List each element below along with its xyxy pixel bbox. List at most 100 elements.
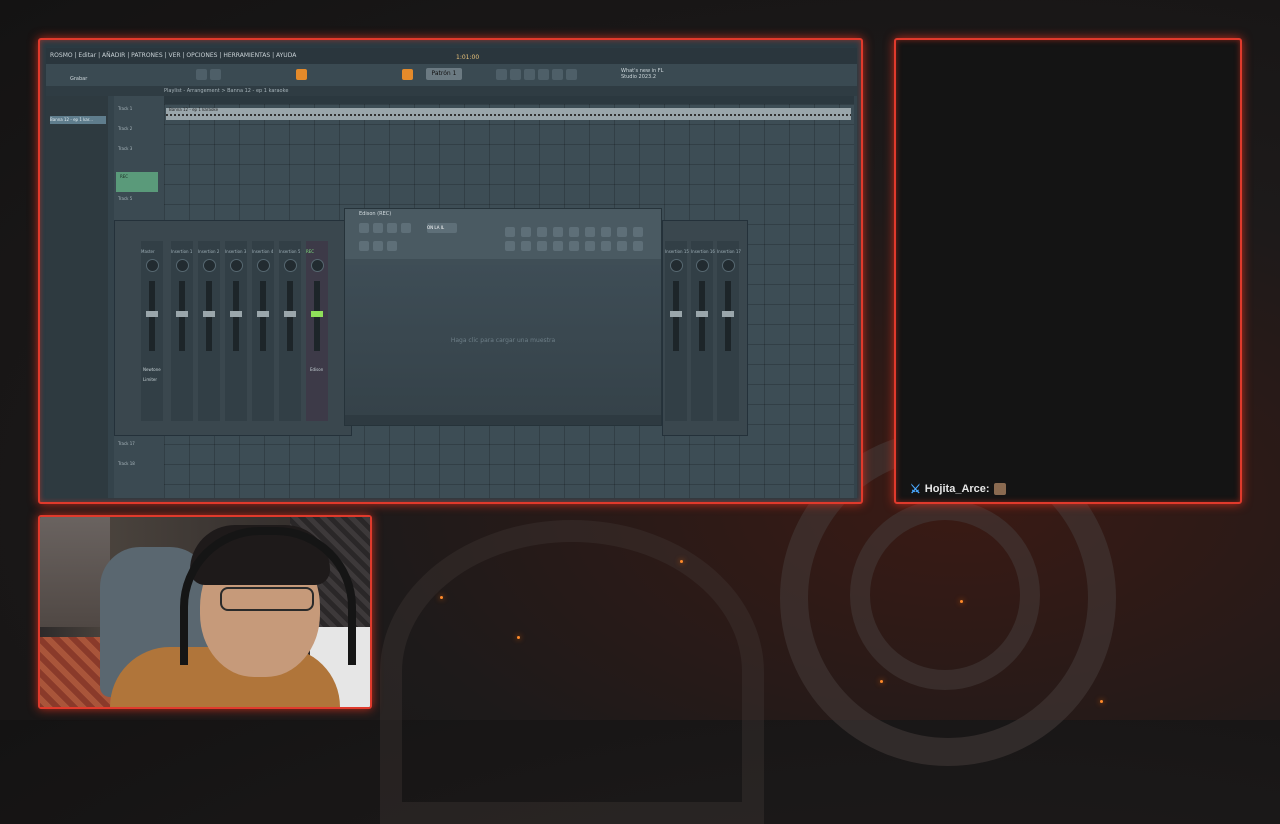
- strip-label: Insertion 3: [225, 249, 247, 254]
- mixer-strip[interactable]: Insertion 5: [279, 241, 301, 421]
- webcam-frame: [38, 515, 372, 709]
- timeline-ruler[interactable]: [164, 96, 854, 104]
- fader-cap[interactable]: [257, 311, 269, 317]
- playlist-title: Playlist - Arrangement > Banna 12 - ep 1…: [46, 86, 857, 96]
- rewind-icon[interactable]: [359, 241, 369, 251]
- edison-title: Edison (REC): [359, 211, 392, 217]
- rec-plugin-name[interactable]: Edison: [310, 367, 323, 372]
- mixer-icon[interactable]: [496, 69, 507, 80]
- fader-cap[interactable]: [670, 311, 682, 317]
- mixer-strip[interactable]: Insertion 15: [665, 241, 689, 421]
- track-label[interactable]: Track 1: [118, 106, 132, 111]
- tool-icon[interactable]: [553, 241, 563, 251]
- cut-icon[interactable]: [373, 241, 383, 251]
- menu-text[interactable]: ROSMO | Editar | AÑADIR | PATRONES | VER…: [50, 52, 296, 59]
- track-label[interactable]: Track 2: [118, 126, 132, 131]
- pan-knob[interactable]: [311, 259, 324, 272]
- mixer-strip[interactable]: Insertion 4: [252, 241, 274, 421]
- zoom-icon[interactable]: [387, 241, 397, 251]
- chat-username[interactable]: Hojita_Arce:: [925, 483, 990, 495]
- tool-icon[interactable]: [633, 241, 643, 251]
- track-label[interactable]: Track 17: [118, 441, 135, 446]
- pan-knob[interactable]: [696, 259, 709, 272]
- strip-label: Insertion 1: [171, 249, 193, 254]
- news-text[interactable]: What's new in FL Studio 2023.2: [621, 68, 671, 80]
- play-icon[interactable]: [373, 223, 383, 233]
- pan-knob[interactable]: [257, 259, 270, 272]
- fader-cap[interactable]: [230, 311, 242, 317]
- tool-icon[interactable]: [633, 227, 643, 237]
- background-swirl: [850, 500, 1040, 690]
- tool-icon[interactable]: [505, 241, 515, 251]
- tool-icon[interactable]: [601, 227, 611, 237]
- pan-knob[interactable]: [230, 259, 243, 272]
- tool-icon[interactable]: [537, 241, 547, 251]
- pan-knob[interactable]: [670, 259, 683, 272]
- stop-icon[interactable]: [401, 223, 411, 233]
- tool-icon[interactable]: [617, 241, 627, 251]
- chat-message: ⚔ Hojita_Arce:: [910, 482, 1006, 496]
- mixer-strip[interactable]: Insertion 16: [691, 241, 715, 421]
- edison-toolbar: Edison (REC) ON LA IL: [345, 209, 661, 259]
- pan-knob[interactable]: [284, 259, 297, 272]
- fader-cap[interactable]: [284, 311, 296, 317]
- daw-menubar[interactable]: ROSMO | Editar | AÑADIR | PATRONES | VER…: [46, 48, 857, 64]
- tool-icon[interactable]: [537, 227, 547, 237]
- tool-icon[interactable]: [601, 241, 611, 251]
- tempo-display: 1:01:00: [456, 54, 480, 61]
- pan-knob[interactable]: [176, 259, 189, 272]
- clip-label: Banna 12 - ep 1 karaoke: [169, 107, 219, 112]
- browser-item[interactable]: Banna 12 - ep 1 kar...: [50, 116, 106, 124]
- pan-knob[interactable]: [146, 259, 159, 272]
- fader-cap[interactable]: [722, 311, 734, 317]
- fader-cap[interactable]: [311, 311, 323, 317]
- daw-window: ROSMO | Editar | AÑADIR | PATRONES | VER…: [46, 48, 857, 498]
- record-icon[interactable]: [387, 223, 397, 233]
- tool-icon[interactable]: [521, 241, 531, 251]
- tool-icon[interactable]: [569, 241, 579, 251]
- audio-clip[interactable]: Banna 12 - ep 1 karaoke: [166, 107, 851, 120]
- screen-capture-frame: ROSMO | Editar | AÑADIR | PATRONES | VER…: [38, 38, 863, 504]
- fader-cap[interactable]: [696, 311, 708, 317]
- track-label[interactable]: Track 3: [118, 146, 132, 151]
- mixer-strip[interactable]: Insertion 1: [171, 241, 193, 421]
- pan-knob[interactable]: [203, 259, 216, 272]
- mixer-strip-rec[interactable]: REC: [306, 241, 328, 421]
- fader-cap[interactable]: [146, 311, 158, 317]
- mixer-window-right: Insertion 15 Insertion 16 Insertion 17: [662, 220, 748, 436]
- tool-icon[interactable]: [553, 227, 563, 237]
- stop-button[interactable]: [210, 69, 221, 80]
- loop-icon[interactable]: [359, 223, 369, 233]
- piano-roll-icon[interactable]: [524, 69, 535, 80]
- play-button[interactable]: [196, 69, 207, 80]
- mixer-strip[interactable]: Master: [141, 241, 163, 421]
- mic-icon[interactable]: [566, 69, 577, 80]
- strip-label: Master: [141, 249, 155, 254]
- tool-icon[interactable]: [569, 227, 579, 237]
- mixer-strip[interactable]: Insertion 17: [717, 241, 741, 421]
- mixer-strip[interactable]: Insertion 3: [225, 241, 247, 421]
- pattern-mode-button[interactable]: [402, 69, 413, 80]
- pan-knob[interactable]: [722, 259, 735, 272]
- master-plugin-name[interactable]: Newtone: [143, 367, 161, 372]
- fader-cap[interactable]: [176, 311, 188, 317]
- tool-icon[interactable]: [617, 227, 627, 237]
- tool-icon[interactable]: [505, 227, 515, 237]
- record-button[interactable]: [296, 69, 307, 80]
- edison-window: Edison (REC) ON LA IL Haga clic para car…: [344, 208, 662, 426]
- fader-cap[interactable]: [203, 311, 215, 317]
- browser-panel: Banna 12 - ep 1 kar...: [46, 96, 108, 498]
- track-label[interactable]: Track 18: [118, 461, 135, 466]
- track-label[interactable]: Track 5: [118, 196, 132, 201]
- mode-selector[interactable]: ON LA IL: [427, 223, 457, 233]
- tool-icon[interactable]: [585, 227, 595, 237]
- tool-icon[interactable]: [521, 227, 531, 237]
- tool-icon[interactable]: [585, 241, 595, 251]
- browser-icon[interactable]: [538, 69, 549, 80]
- mixer-strip[interactable]: Insertion 2: [198, 241, 220, 421]
- pattern-selector[interactable]: Patrón 1: [426, 68, 462, 80]
- plugin-icon[interactable]: [552, 69, 563, 80]
- track-rec[interactable]: REC: [116, 172, 158, 192]
- master-plugin-sub[interactable]: Limiter: [143, 377, 157, 382]
- channel-rack-icon[interactable]: [510, 69, 521, 80]
